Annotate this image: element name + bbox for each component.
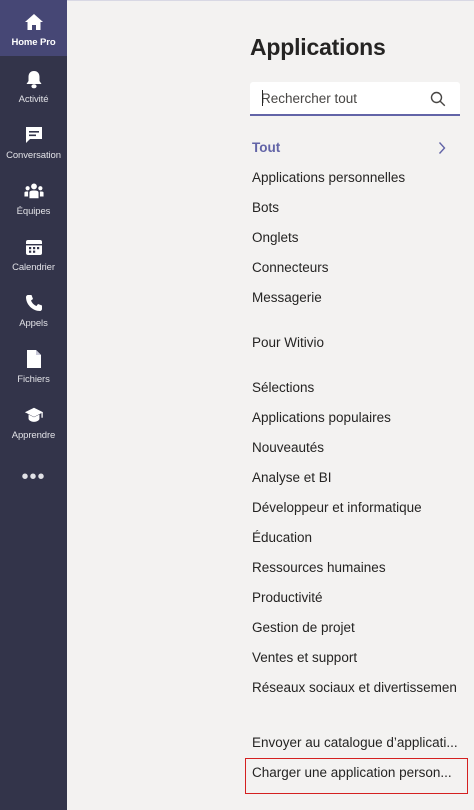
category-all[interactable]: Tout xyxy=(252,139,280,157)
category-selections[interactable]: Sélections xyxy=(252,379,314,397)
submit-to-catalog-link[interactable]: Envoyer au catalogue d’applicati... xyxy=(252,734,458,752)
category-bots[interactable]: Bots xyxy=(252,199,279,217)
phone-icon xyxy=(24,293,44,313)
rail-label: Activité xyxy=(18,94,49,105)
rail-label: Apprendre xyxy=(11,430,56,441)
category-for-org[interactable]: Pour Witivio xyxy=(252,334,324,352)
rail-label: Conversation xyxy=(6,150,61,161)
search-box[interactable] xyxy=(250,82,460,116)
rail-item-learn[interactable]: Apprendre xyxy=(0,393,67,449)
graduation-cap-icon xyxy=(24,405,44,425)
top-divider xyxy=(67,0,474,1)
category-developer[interactable]: Développeur et informatique xyxy=(252,499,422,517)
rail-label: Fichiers xyxy=(17,374,50,385)
page-title: Applications xyxy=(250,34,386,60)
upload-custom-app-link[interactable]: Charger une application person... xyxy=(252,764,458,782)
bell-icon xyxy=(24,69,44,89)
category-personal-apps[interactable]: Applications personnelles xyxy=(252,169,405,187)
file-icon xyxy=(24,349,44,369)
rail-item-calendar[interactable]: Calendrier xyxy=(0,225,67,281)
search-icon[interactable] xyxy=(430,91,446,107)
home-icon xyxy=(24,12,44,32)
category-sales-support[interactable]: Ventes et support xyxy=(252,649,357,667)
category-analytics[interactable]: Analyse et BI xyxy=(252,469,332,487)
category-education[interactable]: Éducation xyxy=(252,529,312,547)
more-apps-button[interactable]: ••• xyxy=(0,464,67,490)
app-rail: Home Pro Activité Conversation Équipes C… xyxy=(0,0,67,810)
rail-item-files[interactable]: Fichiers xyxy=(0,337,67,393)
category-messaging[interactable]: Messagerie xyxy=(252,289,322,307)
rail-item-calls[interactable]: Appels xyxy=(0,281,67,337)
calendar-icon xyxy=(24,237,44,257)
rail-label: Home Pro xyxy=(11,37,56,48)
category-social[interactable]: Réseaux sociaux et divertissemen xyxy=(252,679,458,697)
rail-item-home-pro[interactable]: Home Pro xyxy=(0,0,67,56)
category-connectors[interactable]: Connecteurs xyxy=(252,259,329,277)
category-hr[interactable]: Ressources humaines xyxy=(252,559,386,577)
category-popular[interactable]: Applications populaires xyxy=(252,409,391,427)
text-cursor xyxy=(262,90,263,106)
chevron-right-icon xyxy=(437,141,447,155)
teams-icon xyxy=(23,181,44,201)
rail-label: Équipes xyxy=(16,206,51,217)
search-input[interactable] xyxy=(261,88,426,108)
rail-item-activity[interactable]: Activité xyxy=(0,57,67,113)
category-new[interactable]: Nouveautés xyxy=(252,439,324,457)
category-project-management[interactable]: Gestion de projet xyxy=(252,619,355,637)
rail-label: Calendrier xyxy=(12,262,55,273)
rail-item-chat[interactable]: Conversation xyxy=(0,113,67,169)
rail-label: Appels xyxy=(19,318,48,329)
chat-icon xyxy=(24,125,44,145)
category-productivity[interactable]: Productivité xyxy=(252,589,323,607)
rail-item-teams[interactable]: Équipes xyxy=(0,169,67,225)
category-tabs[interactable]: Onglets xyxy=(252,229,299,247)
